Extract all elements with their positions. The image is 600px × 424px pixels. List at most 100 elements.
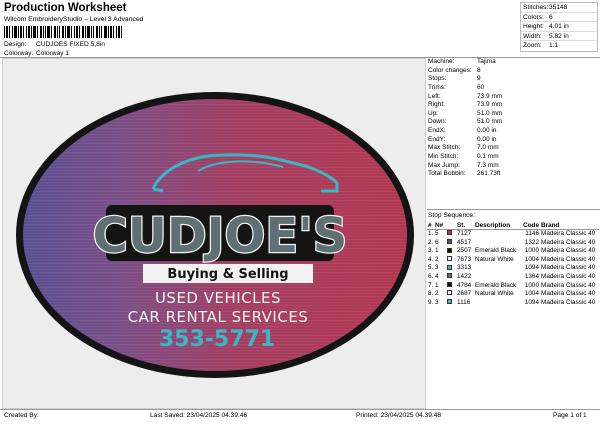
row-swatch: [447, 230, 457, 239]
row-stitches: 4784: [457, 281, 472, 289]
machine-label: EndY:: [428, 135, 446, 143]
service-line-2: CAR RENTAL SERVICES: [128, 308, 309, 326]
sequence-divider: [427, 209, 600, 210]
row-swatch: [447, 264, 457, 273]
machine-label: Up:: [428, 109, 439, 117]
row-stitches: 4517: [457, 238, 472, 246]
machine-label: Total Bobbin:: [428, 170, 466, 178]
row-needle: 5: [435, 230, 439, 237]
machine-label: Left:: [428, 92, 441, 100]
color-swatch: [447, 281, 452, 287]
software-subtitle: Wilcom EmbroideryStudio – Level 3 Advanc…: [4, 16, 144, 23]
row-stitches: 2687: [457, 290, 472, 298]
stat-value: 5.82 in: [549, 32, 569, 40]
machine-row: Min Stitch: 0.1 mm: [427, 153, 598, 162]
design-name-line: Design: CUDJOES FIXED 5,8in: [4, 41, 105, 48]
col-index: #: [428, 222, 432, 229]
machine-row: Stops: 9: [427, 75, 598, 84]
stat-label: Zoom:: [523, 42, 542, 50]
stat-value: 6: [549, 13, 553, 21]
machine-value: 51.0 mm: [477, 118, 503, 126]
machine-value: 261.73ft: [477, 170, 501, 178]
row-description: Emerald Black: [475, 281, 517, 289]
color-swatch: [447, 273, 452, 279]
row-swatch: [447, 273, 457, 282]
row-brand: Madeira Classic 40: [541, 290, 596, 298]
row-brand: Madeira Classic 40: [541, 298, 596, 306]
row-index: 9.: [428, 298, 434, 306]
col-needle: N#: [435, 222, 444, 229]
table-row: 8. 2 2687 Natural White 1004 Madeira Classic …: [427, 290, 599, 299]
row-index: 7.: [428, 281, 434, 289]
color-swatch: [447, 299, 452, 305]
summary-stats: Stitches: 35148 Colors: 6 Height: 4.01 in W…: [520, 2, 598, 52]
table-row: 7. 1 4784 Emerald Black 1000 Madeira Classic …: [427, 282, 599, 291]
machine-value: 73.9 mm: [477, 92, 503, 100]
machine-value: 0.00 in: [477, 135, 497, 143]
machine-value: 8: [477, 66, 481, 74]
row-description: [475, 239, 522, 248]
machine-row: Color changes: 8: [427, 67, 598, 76]
service-line-1: USED VEHICLES: [155, 289, 281, 307]
stat-label: Stitches:: [523, 4, 549, 11]
row-index: 2.: [428, 238, 434, 246]
stat-zoom: Zoom: 1:1: [521, 41, 597, 51]
color-swatch: [447, 256, 452, 262]
machine-value: 51.0 mm: [477, 109, 503, 117]
col-stitches: St.: [457, 222, 466, 229]
row-index: 3.: [428, 247, 434, 255]
machine-value: 0.00 in: [477, 127, 497, 135]
row-stitches: 3313: [457, 264, 472, 272]
page-number: Page 1 of 1: [553, 412, 587, 419]
stat-label: Height:: [523, 23, 544, 31]
row-code: 1094: [524, 264, 539, 272]
table-header: # N# St. Description Code Brand: [427, 221, 599, 230]
row-code: 1146: [525, 230, 539, 237]
footer-divider: [0, 409, 600, 410]
design-value: CUDJOES FIXED 5,8in: [36, 41, 105, 48]
stat-value: 1:1: [549, 42, 559, 50]
color-swatch: [447, 230, 452, 236]
machine-info: Machine: Tajima Color changes: 8 Stops: 9 T…: [427, 58, 598, 179]
machine-value: 7.0 mm: [477, 144, 499, 152]
row-brand: Madeira Classic 40: [541, 238, 596, 246]
machine-row: Down: 51.0 mm: [427, 118, 598, 127]
row-description: [475, 299, 522, 308]
machine-label: Machine:: [428, 58, 455, 65]
row-swatch: [447, 290, 457, 299]
row-index: 1.: [428, 230, 434, 237]
last-saved: Last Saved: 23/04/2025 04.39.46: [150, 412, 248, 419]
row-brand: Madeira Classic 40: [541, 230, 596, 237]
table-row: 5. 3 3313 1094 Madeira Classic 40: [427, 264, 599, 273]
page-title: Production Worksheet: [4, 2, 127, 14]
row-brand: Madeira Classic 40: [541, 281, 596, 289]
tagline-text: Buying & Selling: [167, 267, 288, 282]
row-needle: 1: [435, 247, 439, 255]
machine-label: Stops:: [428, 75, 447, 83]
machine-row: Machine: Tajima: [427, 58, 598, 67]
machine-label: Max Stitch:: [428, 144, 461, 152]
machine-value: Tajima: [477, 58, 496, 65]
row-swatch: [447, 299, 457, 308]
color-swatch: [447, 290, 452, 296]
row-stitches: 7127: [457, 230, 472, 237]
machine-value: 60: [477, 83, 485, 91]
row-description: Natural White: [475, 290, 514, 298]
stat-value: 4.01 in: [549, 23, 569, 31]
row-stitches: 1116: [457, 298, 471, 306]
row-code: 1322: [524, 238, 539, 246]
stat-height: Height: 4.01 in: [521, 22, 597, 32]
row-stitches: 7673: [457, 255, 472, 263]
col-swatch: [447, 221, 457, 229]
machine-row: Total Bobbin: 261.73ft: [427, 170, 598, 179]
design-label: Design:: [4, 41, 27, 48]
color-swatch: [447, 238, 452, 244]
row-code: 1000: [524, 247, 539, 255]
machine-label: EndX:: [428, 127, 446, 135]
row-needle: 3: [435, 298, 439, 306]
stat-label: Colors:: [523, 13, 544, 21]
machine-value: 73.9 mm: [477, 101, 503, 109]
stop-sequence-title: Stop Sequence:: [428, 212, 475, 219]
row-swatch: [447, 247, 457, 256]
row-code: 1364: [524, 272, 539, 280]
